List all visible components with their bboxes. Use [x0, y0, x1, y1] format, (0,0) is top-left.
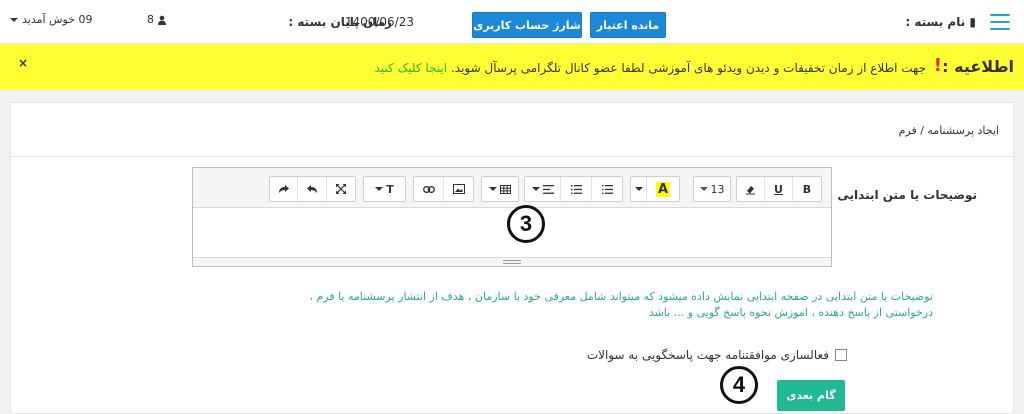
description-help-text: توضیحات یا متن ابتدایی در صفحه ابتدایی ن… [309, 290, 933, 319]
exclamation-icon: ! [933, 55, 942, 76]
editor-toolbar: U B 13 A T [193, 168, 831, 208]
font-size-select[interactable]: 13 [694, 177, 730, 201]
book-icon: ▮ [965, 15, 976, 29]
table-icon [500, 184, 511, 194]
style-group: T [363, 176, 406, 202]
font-size-value: 13 [710, 182, 725, 196]
page-area: ایجاد پرسشنامه / فرم توضیحات یا متن ابتد… [0, 90, 1024, 414]
ordered-list-icon[interactable] [561, 177, 592, 201]
agreement-row: فعالسازی موافقتنامه جهت پاسخگویی به سوال… [587, 348, 847, 362]
align-icon [542, 184, 554, 194]
font-size-group: 13 [693, 176, 731, 202]
welcome-menu[interactable]: 09 خوش آمدید [10, 13, 92, 26]
breadcrumb: ایجاد پرسشنامه / فرم [898, 124, 999, 137]
redo-icon[interactable] [270, 177, 298, 201]
undo-icon[interactable] [298, 177, 327, 201]
notice-message-text: جهت اطلاع از زمان تخفیفات و دیدن ویدئو ه… [450, 61, 926, 75]
package-name-label: نام بسته : [905, 15, 966, 29]
table-group [481, 176, 519, 202]
remaining-credit-button[interactable]: مانده اعتبار [590, 12, 666, 38]
chevron-down-icon [699, 187, 708, 191]
grip-icon [503, 260, 521, 264]
format-group: U B [736, 176, 822, 202]
package-name: ▮ نام بسته : [905, 15, 976, 29]
form-panel: ایجاد پرسشنامه / فرم توضیحات یا متن ابتد… [10, 102, 1014, 414]
end-date-value: 1400/06/23 [344, 15, 414, 29]
chevron-down-icon [531, 187, 540, 191]
unordered-list-icon[interactable] [592, 177, 622, 201]
hamburger-menu-icon[interactable] [990, 14, 1010, 30]
fullscreen-icon[interactable] [327, 177, 355, 201]
color-group: A [630, 176, 680, 202]
notice-title: اطلاعیه : [942, 57, 1014, 76]
agreement-checkbox[interactable] [835, 349, 847, 361]
align-dropdown[interactable] [525, 177, 561, 201]
notice-link[interactable]: اینجا کلیک کنید [375, 61, 448, 75]
user-count: 8 [147, 13, 167, 26]
picture-icon[interactable] [444, 177, 473, 201]
annotation-marker-3: 3 [507, 205, 545, 243]
text-color-icon: A [655, 181, 671, 197]
bold-button[interactable]: B [793, 177, 821, 201]
underline-button[interactable]: U [765, 177, 793, 201]
chevron-down-icon [375, 187, 384, 191]
divider [11, 156, 1013, 157]
chevron-down-icon [10, 17, 18, 22]
text-color-button[interactable]: A [647, 177, 679, 201]
close-icon[interactable]: × [18, 56, 28, 70]
style-dropdown[interactable]: T [364, 177, 405, 201]
description-field-label: توضیحات یا متن ابتدایی [837, 188, 977, 202]
text-style-icon: T [386, 182, 394, 196]
link-icon[interactable] [414, 177, 444, 201]
paragraph-group [524, 176, 623, 202]
color-dropdown[interactable] [631, 177, 647, 201]
eraser-icon[interactable] [737, 177, 765, 201]
chevron-down-icon [489, 187, 497, 191]
editor-resize-handle[interactable] [193, 257, 831, 266]
notice-banner: اطلاعیه : ! جهت اطلاع از زمان تخفیفات و … [0, 44, 1024, 90]
notice-message: جهت اطلاع از زمان تخفیفات و دیدن ویدئو ه… [375, 61, 927, 75]
annotation-marker-4: 4 [720, 366, 758, 404]
user-count-value: 8 [147, 13, 154, 26]
table-dropdown[interactable] [482, 177, 518, 201]
top-bar: ▮ نام بسته : زمان پایان بسته : 1400/06/2… [0, 0, 1024, 44]
user-icon [158, 15, 166, 25]
chevron-down-icon [634, 187, 643, 191]
agreement-label: فعالسازی موافقتنامه جهت پاسخگویی به سوال… [586, 348, 829, 362]
insert-group [413, 176, 474, 202]
next-step-button[interactable]: گام بعدی [777, 380, 845, 411]
welcome-text: 09 خوش آمدید [22, 13, 93, 26]
history-group [269, 176, 356, 202]
charge-account-button[interactable]: شارژ حساب کاربری [472, 12, 582, 38]
